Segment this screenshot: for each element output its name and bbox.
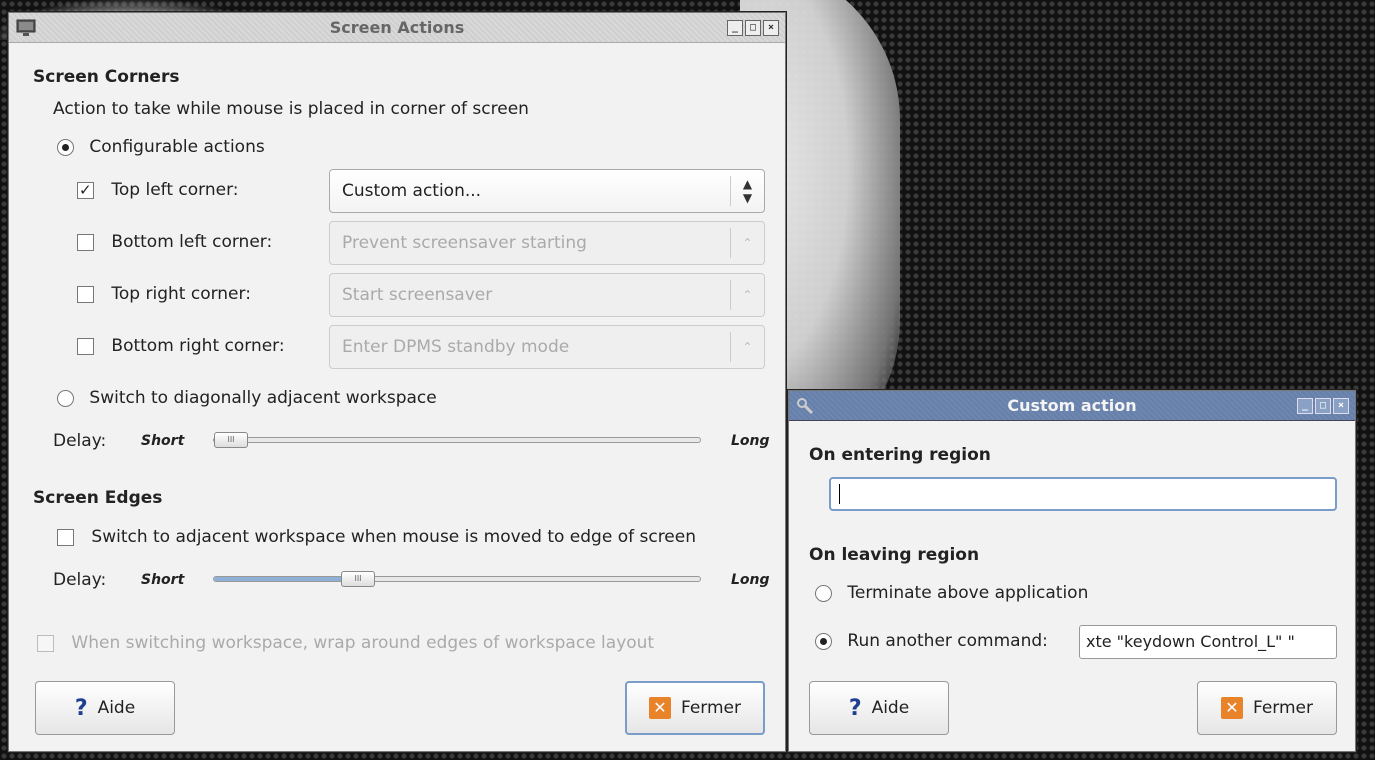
close-icon: ✕ (1220, 697, 1243, 719)
window-title: Custom action (1007, 396, 1137, 415)
radio-indicator[interactable] (815, 632, 832, 650)
updown-arrow-icon: ▲ ▼ (730, 176, 764, 206)
checkbox-indicator[interactable] (57, 528, 74, 546)
checkbox-indicator[interactable] (37, 634, 54, 652)
checkbox-indicator[interactable] (77, 285, 94, 303)
checkbox-indicator[interactable] (77, 337, 94, 355)
help-button[interactable]: ? Aide (809, 681, 949, 735)
top-left-corner-checkbox[interactable]: Top left corner: (77, 180, 239, 200)
custom-action-window: Custom action _ □ × On entering region O… (788, 390, 1356, 752)
terminate-application-radio[interactable]: Terminate above application (815, 583, 1088, 603)
text-caret (839, 484, 840, 504)
run-command-radio[interactable]: Run another command: (815, 631, 1048, 651)
corner-delay-long-label: Long (731, 433, 770, 449)
entering-command-input[interactable] (829, 477, 1337, 511)
run-command-input[interactable]: xte "keydown Control_L" " (1079, 625, 1337, 659)
radio-indicator[interactable] (815, 584, 832, 602)
close-button[interactable]: ✕ Fermer (1197, 681, 1337, 735)
select-value: Enter DPMS standby mode (342, 337, 570, 357)
terminate-application-label: Terminate above application (847, 583, 1089, 603)
help-button-label: Aide (871, 698, 910, 718)
screen-corners-heading: Screen Corners (33, 67, 180, 87)
corner-delay-short-label: Short (141, 433, 185, 449)
wrap-around-label: When switching workspace, wrap around ed… (71, 633, 655, 653)
top-right-corner-select[interactable]: Start screensaver ⌃ (329, 273, 765, 317)
corner-delay-label: Delay: (53, 431, 107, 451)
screen-edges-heading: Screen Edges (33, 488, 163, 508)
edges-switch-label: Switch to adjacent workspace when mouse … (91, 527, 697, 547)
corner-delay-slider[interactable]: III (213, 432, 701, 448)
screen-actions-titlebar[interactable]: Screen Actions _ □ × (9, 13, 785, 43)
switch-diagonal-label: Switch to diagonally adjacent workspace (89, 388, 437, 408)
window-close-button[interactable]: × (1333, 398, 1349, 414)
close-button[interactable]: ✕ Fermer (625, 681, 765, 735)
edge-delay-slider[interactable]: III (213, 571, 701, 587)
custom-action-titlebar[interactable]: Custom action _ □ × (789, 391, 1355, 421)
checkbox-indicator[interactable] (77, 181, 94, 199)
checkbox-indicator[interactable] (77, 233, 94, 251)
configurable-actions-radio[interactable]: Configurable actions (57, 137, 265, 157)
top-left-corner-label: Top left corner: (111, 180, 239, 200)
leaving-region-heading: On leaving region (809, 545, 980, 565)
slider-fill (214, 577, 358, 581)
tools-icon (797, 398, 814, 415)
bottom-right-corner-label: Bottom right corner: (111, 336, 285, 356)
updown-arrow-icon: ⌃ (730, 280, 764, 310)
select-value: Custom action... (342, 181, 482, 201)
bottom-right-corner-select[interactable]: Enter DPMS standby mode ⌃ (329, 325, 765, 369)
edge-delay-long-label: Long (731, 572, 770, 588)
slider-handle[interactable]: III (214, 432, 248, 448)
radio-indicator[interactable] (57, 389, 74, 407)
updown-arrow-icon: ⌃ (730, 228, 764, 258)
close-button-label: Fermer (1252, 698, 1313, 718)
close-button-label: Fermer (680, 698, 741, 718)
minimize-button[interactable]: _ (1297, 398, 1313, 414)
switch-diagonal-radio[interactable]: Switch to diagonally adjacent workspace (57, 388, 437, 408)
window-title: Screen Actions (329, 18, 465, 37)
help-button-label: Aide (97, 698, 136, 718)
help-button[interactable]: ? Aide (35, 681, 175, 735)
slider-handle[interactable]: III (341, 571, 375, 587)
select-value: Prevent screensaver starting (342, 233, 587, 253)
maximize-button[interactable]: □ (1315, 398, 1331, 414)
bottom-right-corner-checkbox[interactable]: Bottom right corner: (77, 336, 285, 356)
monitor-icon (16, 19, 36, 36)
select-value: Start screensaver (342, 285, 493, 305)
minimize-button[interactable]: _ (727, 20, 743, 36)
configurable-actions-label: Configurable actions (89, 137, 265, 157)
screen-actions-window: Screen Actions _ □ × Screen Corners Acti… (8, 12, 786, 752)
updown-arrow-icon: ⌃ (730, 332, 764, 362)
window-close-button[interactable]: × (763, 20, 779, 36)
bottom-left-corner-label: Bottom left corner: (111, 232, 273, 252)
top-right-corner-label: Top right corner: (111, 284, 251, 304)
wrap-around-checkbox[interactable]: When switching workspace, wrap around ed… (37, 633, 654, 653)
close-icon: ✕ (648, 697, 671, 719)
maximize-button[interactable]: □ (745, 20, 761, 36)
run-command-label: Run another command: (847, 631, 1048, 651)
screen-corners-description: Action to take while mouse is placed in … (53, 99, 529, 119)
radio-indicator[interactable] (57, 138, 74, 156)
help-icon: ? (74, 695, 88, 721)
bottom-left-corner-checkbox[interactable]: Bottom left corner: (77, 232, 272, 252)
bottom-left-corner-select[interactable]: Prevent screensaver starting ⌃ (329, 221, 765, 265)
edge-delay-label: Delay: (53, 570, 107, 590)
edges-switch-checkbox[interactable]: Switch to adjacent workspace when mouse … (57, 527, 696, 547)
top-right-corner-checkbox[interactable]: Top right corner: (77, 284, 251, 304)
entering-region-heading: On entering region (809, 445, 991, 465)
help-icon: ? (848, 695, 862, 721)
edge-delay-short-label: Short (141, 572, 185, 588)
top-left-corner-select[interactable]: Custom action... ▲ ▼ (329, 169, 765, 213)
